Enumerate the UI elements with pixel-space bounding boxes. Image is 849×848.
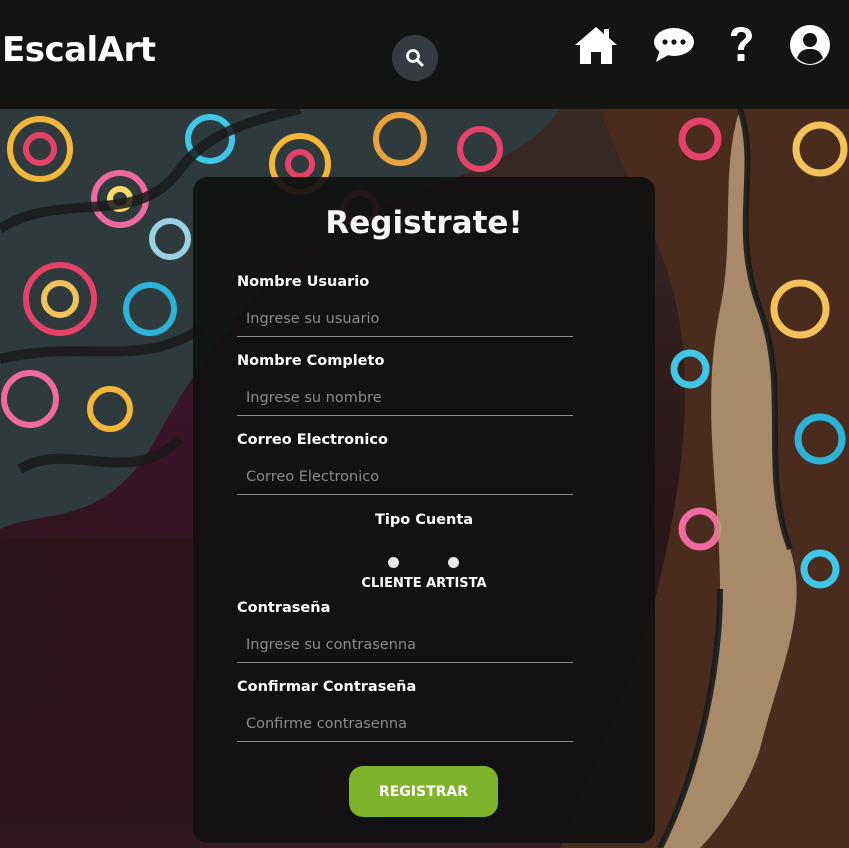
radio-artista[interactable] — [448, 557, 459, 568]
option-cliente-label: CLIENTE — [361, 576, 422, 591]
help-icon — [731, 27, 752, 61]
home-button[interactable] — [573, 22, 619, 68]
account-type-options: CLIENTE ARTISTA — [193, 576, 655, 591]
confirm-password-input[interactable] — [237, 706, 573, 742]
fullname-label: Nombre Completo — [237, 353, 385, 369]
email-input[interactable] — [237, 459, 573, 495]
user-icon — [790, 25, 830, 65]
confirm-password-label: Confirmar Contraseña — [237, 679, 417, 695]
register-button[interactable]: REGISTRAR — [349, 766, 498, 817]
password-label: Contraseña — [237, 600, 331, 616]
home-icon — [575, 27, 617, 64]
register-form: Registrate! Nombre Usuario Nombre Comple… — [193, 177, 655, 843]
form-title: Registrate! — [325, 205, 523, 241]
username-input[interactable] — [237, 301, 573, 337]
email-label: Correo Electronico — [237, 432, 388, 448]
search-button[interactable] — [392, 35, 438, 81]
brand-logo[interactable]: EscalArt — [2, 30, 156, 70]
radio-cliente[interactable] — [388, 557, 399, 568]
top-navbar: EscalArt — [0, 0, 849, 109]
search-icon — [406, 49, 424, 67]
username-label: Nombre Usuario — [237, 274, 370, 290]
messages-button[interactable] — [651, 22, 697, 68]
profile-button[interactable] — [787, 22, 833, 68]
chat-icon — [654, 28, 694, 62]
option-artista-label: ARTISTA — [426, 576, 487, 591]
account-type-label: Tipo Cuenta — [374, 512, 474, 528]
help-button[interactable] — [718, 22, 764, 68]
password-input[interactable] — [237, 627, 573, 663]
fullname-input[interactable] — [237, 380, 573, 416]
